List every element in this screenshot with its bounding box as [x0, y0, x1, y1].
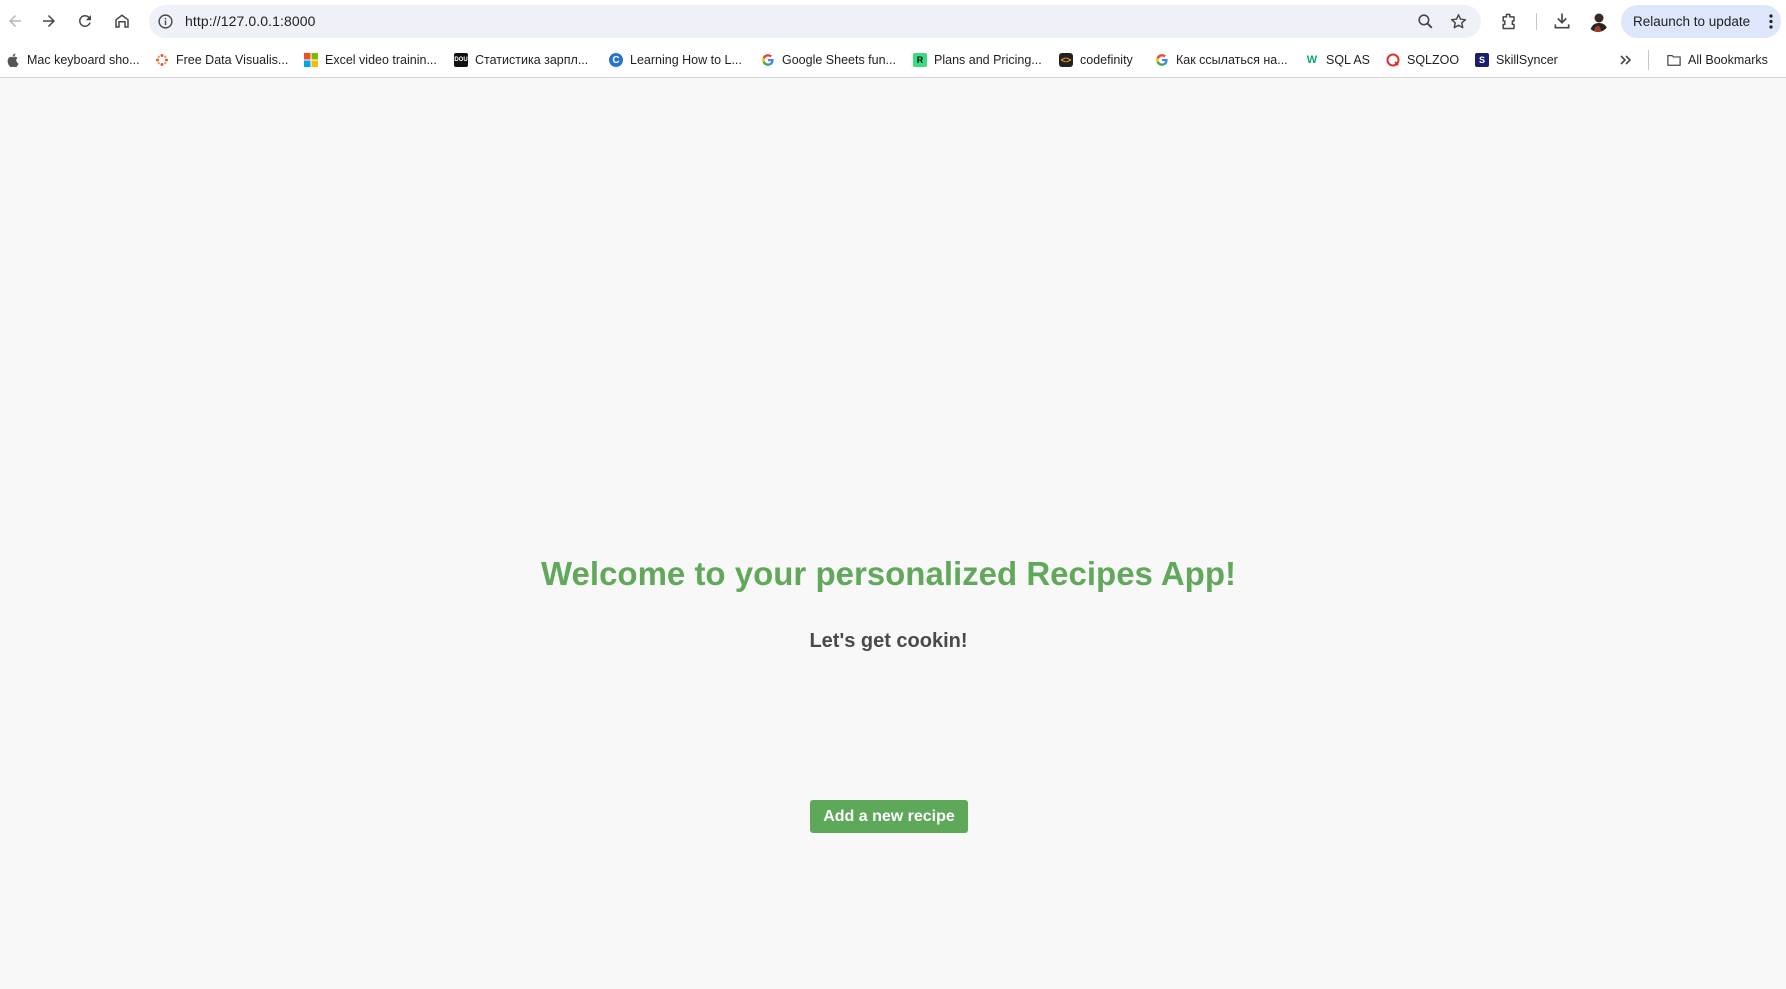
zoom-icon[interactable]	[1416, 12, 1435, 31]
skillsyncer-icon: S	[1475, 53, 1489, 67]
bookmark-label: Excel video trainin...	[325, 53, 437, 67]
bookmark-skillsyncer[interactable]: S SkillSyncer	[1475, 50, 1558, 70]
reload-button[interactable]	[70, 6, 100, 36]
codefinity-icon: <>	[1059, 53, 1073, 67]
back-button[interactable]	[0, 6, 30, 36]
forward-button[interactable]	[34, 6, 64, 36]
google-icon	[1155, 53, 1169, 67]
bookmark-label: Plans and Pricing...	[934, 53, 1042, 67]
site-info-icon[interactable]	[157, 13, 174, 30]
download-icon[interactable]	[1552, 11, 1572, 31]
page-subtitle: Let's get cookin!	[809, 630, 968, 652]
bookmark-mac-keyboard[interactable]: Mac keyboard sho...	[6, 50, 140, 70]
bookmark-statistika[interactable]: DOU Статистика зарпл...	[454, 50, 588, 70]
bookmark-plans-pricing[interactable]: R Plans and Pricing...	[913, 50, 1042, 70]
bookmark-free-data-visualis[interactable]: Free Data Visualis...	[155, 50, 288, 70]
bookmark-label: SkillSyncer	[1496, 53, 1558, 67]
relaunch-label: Relaunch to update	[1633, 14, 1751, 29]
bookmark-label: Mac keyboard sho...	[27, 53, 140, 67]
home-button[interactable]	[107, 6, 137, 36]
bookmark-star-icon[interactable]	[1449, 12, 1468, 31]
w3schools-icon: W	[1306, 54, 1318, 66]
arrow-right-icon	[43, 15, 55, 27]
coursera-icon: C	[609, 53, 623, 67]
all-bookmarks-button[interactable]: All Bookmarks	[1667, 50, 1768, 70]
folder-icon	[1667, 53, 1681, 67]
dou-icon: DOU	[454, 53, 468, 67]
bookmark-excel-video[interactable]: Excel video trainin...	[304, 50, 437, 70]
bookmarks-divider	[1648, 50, 1649, 70]
relaunch-button[interactable]: Relaunch to update	[1621, 5, 1781, 38]
all-bookmarks-label: All Bookmarks	[1688, 53, 1768, 67]
bookmark-learning-how[interactable]: C Learning How to L...	[609, 50, 742, 70]
home-icon	[115, 14, 129, 28]
bookmark-label: SQL AS	[1326, 53, 1371, 67]
profile-avatar[interactable]	[1587, 10, 1609, 32]
apple-icon	[6, 53, 20, 67]
chevron-double-right-icon	[1620, 55, 1632, 65]
bookmark-kak-ssylatsya[interactable]: Как ссылаться на...	[1155, 50, 1288, 70]
bookmark-label: codefinity	[1080, 53, 1133, 67]
bookmark-label: Статистика зарпл...	[475, 53, 589, 67]
bookmark-label: Free Data Visualis...	[176, 53, 289, 67]
sqlzoo-icon	[1386, 53, 1400, 67]
page-title: Welcome to your personalized Recipes App…	[541, 555, 1236, 592]
flower-icon	[155, 53, 169, 67]
extensions-icon[interactable]	[1499, 11, 1519, 31]
page-content	[0, 79, 1786, 989]
bookmark-label: SQLZOO	[1407, 53, 1460, 67]
microsoft-icon	[304, 53, 318, 67]
more-menu-icon[interactable]	[1769, 14, 1773, 29]
bookmark-label: Как ссылаться на...	[1176, 53, 1288, 67]
bookmarks-overflow-button[interactable]	[1619, 50, 1633, 70]
browser-toolbar: http://127.0.0.1:8000 Relaunch to update	[0, 0, 1786, 42]
address-bar[interactable]: http://127.0.0.1:8000	[149, 5, 1481, 38]
bookmark-label: Learning How to L...	[630, 53, 742, 67]
bookmark-google-sheets[interactable]: Google Sheets fun...	[761, 50, 896, 70]
google-icon	[761, 53, 775, 67]
url-text[interactable]: http://127.0.0.1:8000	[185, 13, 316, 29]
toolbar-divider	[1536, 13, 1537, 30]
bookmark-sql-as[interactable]: W SQL AS	[1305, 50, 1370, 70]
add-recipe-button[interactable]: Add a new recipe	[810, 800, 968, 833]
rk-icon: R	[913, 53, 927, 67]
bookmark-label: Google Sheets fun...	[782, 53, 896, 67]
bookmarks-bar: Mac keyboard sho... Free Data Visualis..…	[0, 42, 1786, 78]
bookmark-codefinity[interactable]: <> codefinity	[1059, 50, 1133, 70]
reload-icon	[79, 15, 91, 27]
bookmark-sqlzoo[interactable]: SQLZOO	[1386, 50, 1459, 70]
arrow-left-icon	[9, 15, 21, 27]
